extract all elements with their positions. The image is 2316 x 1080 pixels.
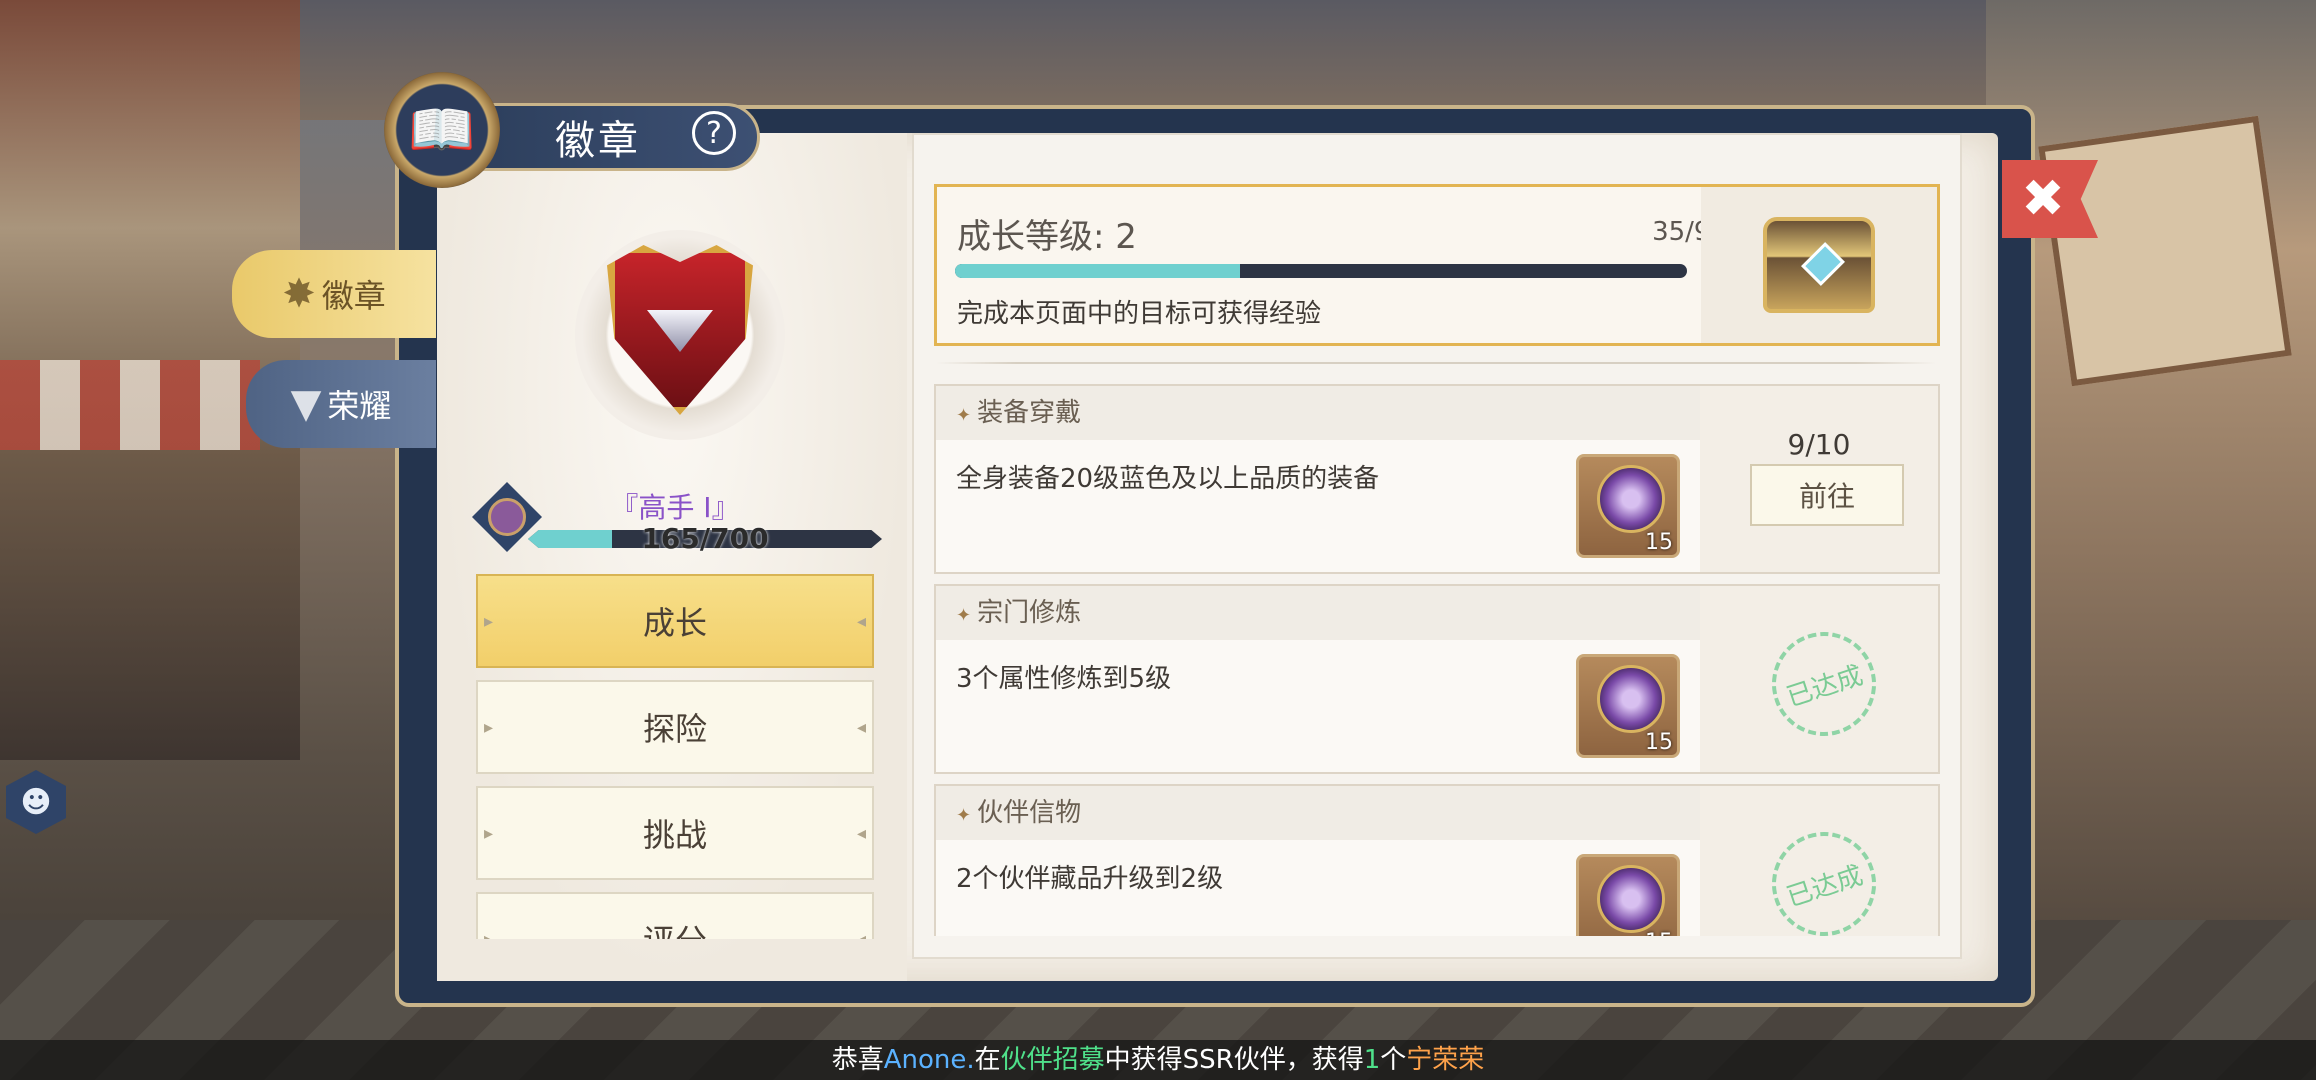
badge-icon: ✸ [282, 271, 316, 317]
completed-stamp: 已达成 [1758, 618, 1890, 750]
reward-quantity: 15 [1645, 930, 1673, 936]
book-icon: 📖 [384, 72, 500, 188]
task-category: ✦ 伙伴信物 [936, 786, 1702, 840]
marquee-player: Anone. [883, 1045, 975, 1075]
marquee-text: 恭喜 [831, 1045, 884, 1075]
completed-stamp: 已达成 [1758, 818, 1890, 936]
task-row: ✦ 装备穿戴 全身装备20级蓝色及以上品质的装备 15 9/10 前往 [934, 384, 1940, 574]
task-status-area: 9/10 前往 [1700, 386, 1938, 572]
reward-item[interactable]: 15 [1576, 454, 1680, 558]
category-label: 探险 [642, 710, 707, 748]
task-description: 2个伙伴藏品升级到2级 [956, 864, 1224, 894]
treasure-chest-icon[interactable] [1763, 217, 1875, 313]
side-tab-label: 徽章 [321, 277, 386, 315]
task-status-area: 已达成 [1700, 786, 1938, 936]
task-category-label: 宗门修炼 [977, 598, 1082, 628]
marquee-event: 伙伴招募 [1000, 1045, 1105, 1075]
divider [936, 362, 1936, 364]
avatar-icon: ☻ [20, 784, 52, 820]
task-progress: 9/10 [1787, 428, 1851, 461]
side-tab-glory[interactable]: ▼ 荣耀 [246, 360, 436, 448]
growth-description: 完成本页面中的目标可获得经验 [957, 299, 1322, 329]
category-label: 成长 [642, 604, 707, 642]
task-description: 全身装备20级蓝色及以上品质的装备 [956, 464, 1380, 494]
marquee-text: 中获得SSR伙伴，获得 [1104, 1045, 1364, 1075]
background-awning [0, 360, 260, 450]
help-button[interactable]: ? [692, 111, 736, 155]
arrow-right-icon: ◂ [856, 822, 866, 844]
task-list[interactable]: ✦ 装备穿戴 全身装备20级蓝色及以上品质的装备 15 9/10 前往 ✦ 宗门修炼… [934, 384, 1940, 936]
marquee-text: 在 [974, 1045, 1001, 1075]
completed-label: 已达成 [1783, 860, 1867, 913]
reward-orb-icon [1597, 465, 1665, 533]
reward-item[interactable]: 15 [1576, 854, 1680, 936]
glory-icon: ▼ [290, 381, 322, 427]
task-row: ✦伙伴信物 2个伙伴藏品升级到2级 15 已达成 [934, 784, 1940, 936]
arrow-right-icon: ◂ [856, 716, 866, 738]
completed-label: 已达成 [1783, 660, 1867, 713]
category-label: 评分 [643, 916, 707, 939]
close-icon: ✖ [2021, 169, 2065, 229]
arrow-right-icon: ◂ [856, 610, 866, 632]
side-tab-label: 荣耀 [327, 387, 392, 425]
category-challenge[interactable]: ▸ 挑战 ◂ [476, 786, 874, 880]
growth-level-title: 成长等级: 2 [957, 217, 1137, 257]
reward-orb-icon [1597, 865, 1665, 933]
reward-orb-icon [1597, 665, 1665, 733]
category-explore[interactable]: ▸ 探险 ◂ [476, 680, 874, 774]
task-category: ✦ 装备穿戴 [936, 386, 1702, 440]
category-list[interactable]: ▸ 成长 ◂ ▸ 探险 ◂ ▸ 挑战 ◂ ▸ 评分 ◂ [476, 574, 874, 939]
background-sign [2038, 115, 2292, 387]
category-label: 挑战 [642, 816, 707, 854]
marquee-count: 1 [1363, 1045, 1381, 1075]
growth-level-panel: 成长等级: 2 35/90 完成本页面中的目标可获得经验 [934, 184, 1940, 346]
reward-quantity: 15 [1645, 730, 1673, 755]
growth-reward-slot[interactable] [1701, 187, 1937, 343]
category-rating[interactable]: ▸ 评分 ◂ [476, 892, 874, 939]
star-icon: ✦ [956, 405, 972, 426]
growth-progress-bar [955, 264, 1687, 278]
task-description: 3个属性修炼到5级 [956, 664, 1172, 694]
reward-quantity: 15 [1645, 530, 1673, 555]
task-category: ✦ 宗门修炼 [936, 586, 1702, 640]
background-town-top [300, 0, 2000, 120]
reward-item[interactable]: 15 [1576, 654, 1680, 758]
side-tab-badge[interactable]: ✸ 徽章 [232, 250, 436, 338]
arrow-left-icon: ▸ [484, 928, 494, 940]
marquee-item: 宁荣荣 [1406, 1045, 1485, 1075]
announcement-marquee: 恭喜Anone.在伙伴招募中获得SSR伙伴，获得1个宁荣荣 [0, 1040, 2316, 1080]
arrow-right-icon: ◂ [856, 928, 866, 940]
rank-name: 『高手 I』 [610, 491, 740, 524]
category-growth[interactable]: ▸ 成长 ◂ [476, 574, 874, 668]
avatar-float-button[interactable]: ☻ [6, 770, 66, 834]
arrow-left-icon: ▸ [484, 610, 494, 632]
arrow-left-icon: ▸ [484, 716, 494, 738]
task-category-label: 伙伴信物 [977, 798, 1082, 828]
star-icon: ✦ [956, 605, 972, 626]
page-title: 徽章 [555, 118, 641, 164]
task-status-area: 已达成 [1700, 586, 1938, 772]
task-category-label: 装备穿戴 [977, 398, 1082, 428]
star-icon: ✦ [956, 805, 972, 826]
marquee-text: 个 [1380, 1045, 1407, 1075]
growth-progress-fill [955, 264, 1240, 278]
task-row: ✦ 宗门修炼 3个属性修炼到5级 15 已达成 [934, 584, 1940, 774]
rank-progress-text: 165/700 [641, 522, 769, 555]
badge-emblem [575, 215, 785, 445]
arrow-left-icon: ▸ [484, 822, 494, 844]
go-button[interactable]: 前往 [1750, 464, 1904, 526]
